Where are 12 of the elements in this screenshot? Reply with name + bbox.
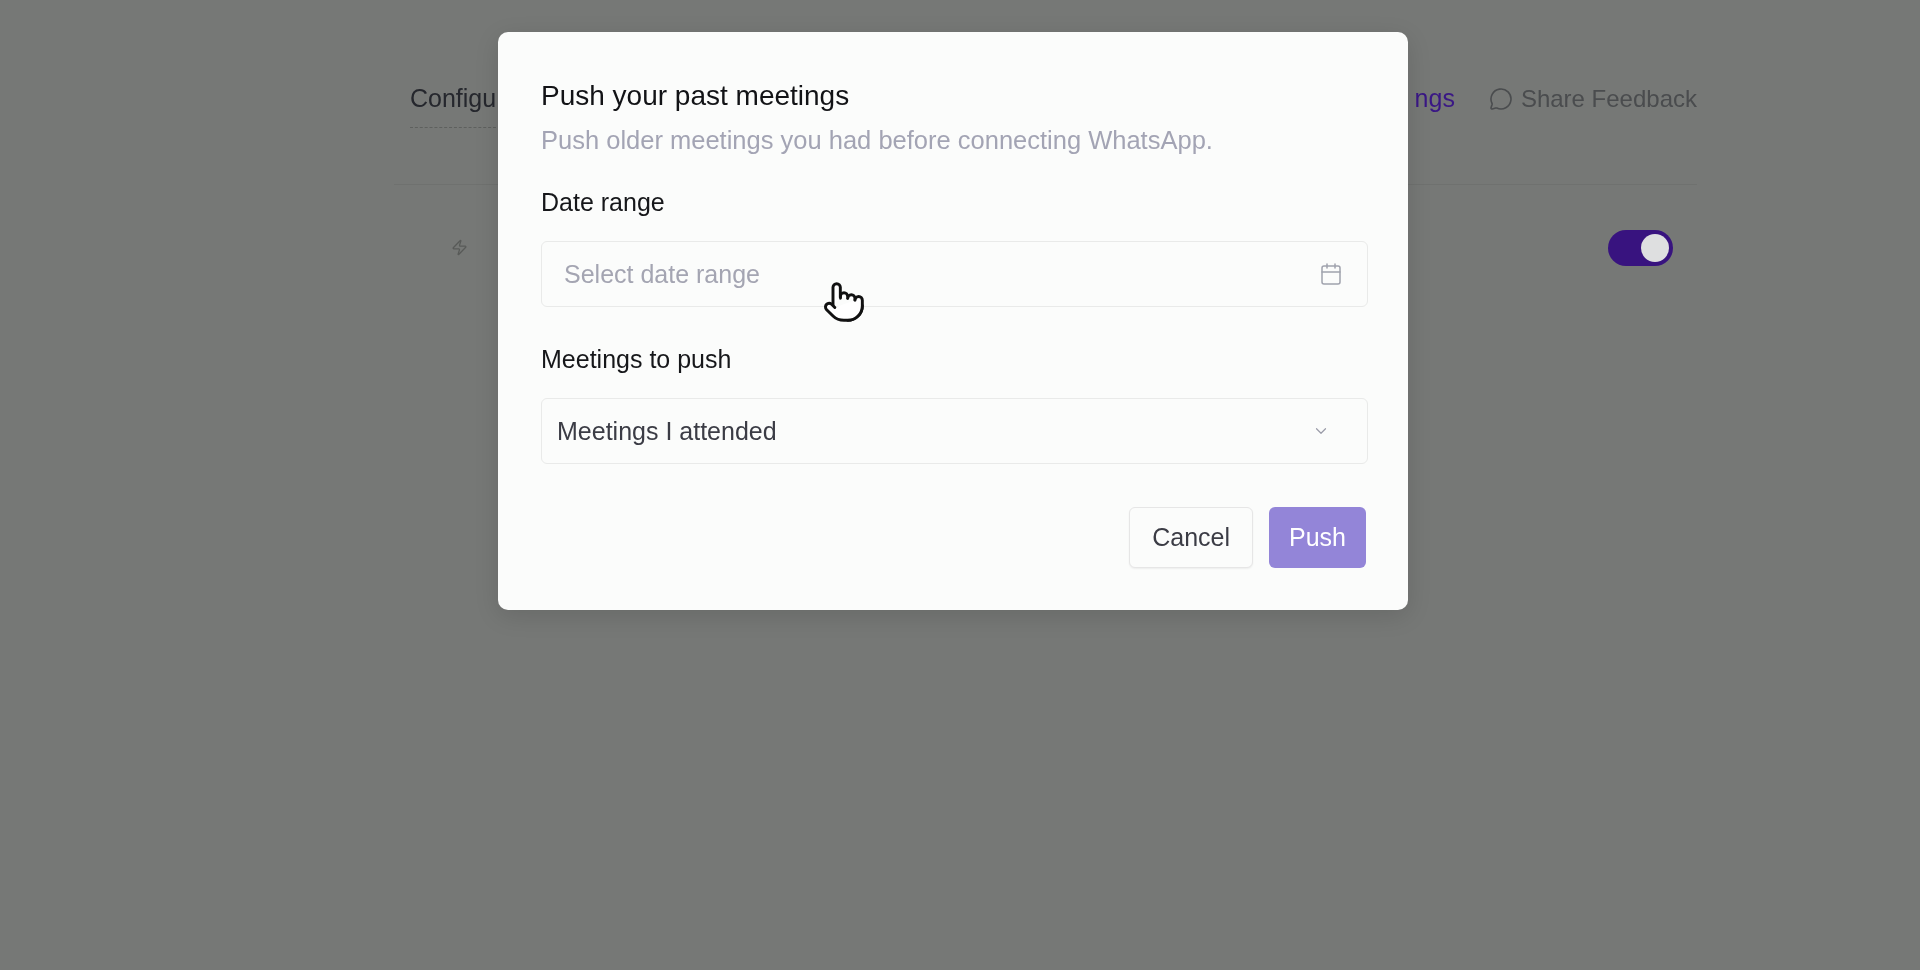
cancel-button[interactable]: Cancel xyxy=(1129,507,1253,568)
meetings-select[interactable]: Meetings I attended xyxy=(541,398,1368,464)
date-range-field[interactable]: Select date range xyxy=(541,241,1368,307)
nav-tab[interactable]: Configu xyxy=(410,70,497,128)
lightning-icon xyxy=(451,239,468,256)
field-label: Date range xyxy=(541,187,666,217)
toggle-switch[interactable] xyxy=(1608,229,1673,266)
field-label: Meetings to push xyxy=(541,344,733,374)
dialog-description: Push older meetings you had before connecting WhatsApp. xyxy=(541,125,1214,155)
chat-bubble-icon xyxy=(1488,87,1513,111)
dialog-title: Push your past meetings xyxy=(541,80,851,112)
nav-tab[interactable]: ngs xyxy=(1414,70,1455,128)
